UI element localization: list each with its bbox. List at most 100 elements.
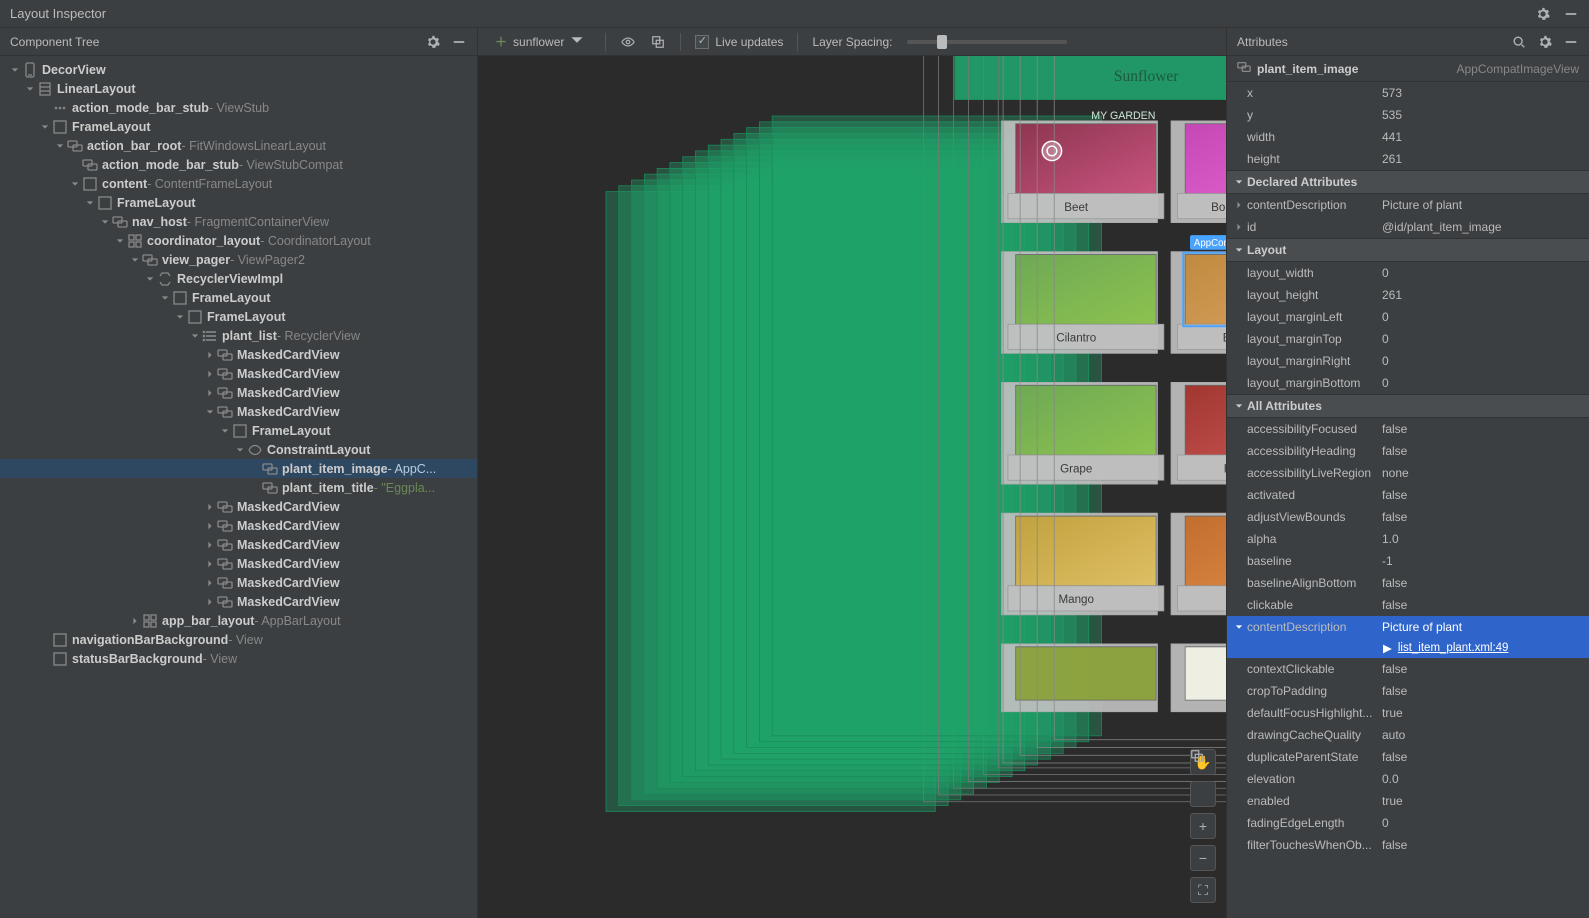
tree-row[interactable]: MaskedCardView — [0, 383, 477, 402]
expand-caret-icon[interactable] — [113, 234, 127, 248]
attribute-source-link[interactable]: ▶list_item_plant.xml:49 — [1227, 638, 1589, 658]
attribute-row[interactable]: alpha1.0 — [1227, 528, 1589, 550]
expand-caret-icon[interactable] — [128, 253, 142, 267]
attribute-row[interactable]: layout_marginLeft0 — [1227, 306, 1589, 328]
expand-caret-icon[interactable] — [38, 120, 52, 134]
expand-caret-icon[interactable] — [158, 291, 172, 305]
expand-caret-icon[interactable] — [218, 424, 232, 438]
expand-caret-icon[interactable] — [128, 614, 142, 628]
expand-caret-icon[interactable] — [68, 158, 82, 172]
tree-row[interactable]: FrameLayout — [0, 117, 477, 136]
expand-caret-icon[interactable] — [143, 272, 157, 286]
attribute-section-header[interactable]: All Attributes — [1227, 394, 1589, 418]
expand-caret-icon[interactable] — [38, 101, 52, 115]
tree-row[interactable]: plant_item_image - AppC... — [0, 459, 477, 478]
tree-row[interactable]: content - ContentFrameLayout — [0, 174, 477, 193]
snapshot-icon[interactable] — [1190, 781, 1216, 807]
tree-row[interactable]: MaskedCardView — [0, 497, 477, 516]
expand-caret-icon[interactable] — [203, 500, 217, 514]
attribute-row[interactable]: accessibilityFocusedfalse — [1227, 418, 1589, 440]
tree-row[interactable]: MaskedCardView — [0, 554, 477, 573]
slider-handle[interactable] — [937, 35, 947, 49]
attribute-section-header[interactable]: Layout — [1227, 238, 1589, 262]
attribute-row[interactable]: layout_marginTop0 — [1227, 328, 1589, 350]
expand-caret-icon[interactable] — [233, 443, 247, 457]
expand-caret-icon[interactable] — [203, 519, 217, 533]
layout-3d-viewport[interactable]: SunflowerMY GARDEN🌱BeetBougainvilleaCila… — [478, 56, 1226, 918]
tree-row[interactable]: coordinator_layout - CoordinatorLayout — [0, 231, 477, 250]
zoom-fit-button[interactable]: ⛶ — [1190, 877, 1216, 903]
zoom-in-button[interactable]: + — [1190, 813, 1216, 839]
attribute-row[interactable]: defaultFocusHighlight...true — [1227, 702, 1589, 724]
attribute-row[interactable]: x573 — [1227, 82, 1589, 104]
tree-row[interactable]: MaskedCardView — [0, 364, 477, 383]
component-tree[interactable]: DecorViewLinearLayoutaction_mode_bar_stu… — [0, 56, 477, 918]
collapse-icon[interactable] — [451, 34, 467, 50]
attribute-row[interactable]: fadingEdgeLength0 — [1227, 812, 1589, 834]
expand-caret-icon[interactable] — [8, 63, 22, 77]
attribute-row[interactable]: cropToPaddingfalse — [1227, 680, 1589, 702]
attribute-row[interactable]: enabledtrue — [1227, 790, 1589, 812]
gear-icon[interactable] — [425, 34, 441, 50]
eye-icon[interactable] — [620, 34, 636, 50]
attribute-row[interactable]: accessibilityLiveRegionnone — [1227, 462, 1589, 484]
minimize-icon[interactable] — [1563, 6, 1579, 22]
expand-caret-icon[interactable] — [68, 177, 82, 191]
tree-row[interactable]: MaskedCardView — [0, 516, 477, 535]
tree-row[interactable]: MaskedCardView — [0, 345, 477, 364]
expand-caret-icon[interactable] — [203, 595, 217, 609]
expand-caret-icon[interactable] — [248, 481, 262, 495]
attribute-row[interactable]: layout_marginBottom0 — [1227, 372, 1589, 394]
attribute-row[interactable]: elevation0.0 — [1227, 768, 1589, 790]
attribute-row[interactable]: drawingCacheQualityauto — [1227, 724, 1589, 746]
tree-row[interactable]: view_pager - ViewPager2 — [0, 250, 477, 269]
tree-row[interactable]: FrameLayout — [0, 193, 477, 212]
attribute-row[interactable]: baseline-1 — [1227, 550, 1589, 572]
expand-caret-icon[interactable] — [203, 557, 217, 571]
tree-row[interactable]: MaskedCardView — [0, 402, 477, 421]
attribute-row[interactable]: adjustViewBoundsfalse — [1227, 506, 1589, 528]
gear-icon[interactable] — [1535, 6, 1551, 22]
tree-row[interactable]: action_mode_bar_stub - ViewStubCompat — [0, 155, 477, 174]
overlay-icon[interactable] — [650, 34, 666, 50]
attribute-row[interactable]: layout_height261 — [1227, 284, 1589, 306]
attribute-row[interactable]: y535 — [1227, 104, 1589, 126]
expand-caret-icon[interactable] — [203, 538, 217, 552]
expand-caret-icon[interactable] — [203, 576, 217, 590]
attributes-table[interactable]: x573y535width441height261Declared Attrib… — [1227, 82, 1589, 918]
collapse-icon[interactable] — [1563, 34, 1579, 50]
expand-caret-icon[interactable] — [38, 633, 52, 647]
process-selector[interactable]: ＋ sunflower — [488, 30, 591, 53]
attribute-row[interactable]: contentDescriptionPicture of plant — [1227, 194, 1589, 216]
attribute-row[interactable]: baselineAlignBottomfalse — [1227, 572, 1589, 594]
tree-row[interactable]: statusBarBackground - View — [0, 649, 477, 668]
expand-caret-icon[interactable] — [53, 139, 67, 153]
attribute-section-header[interactable]: Declared Attributes — [1227, 170, 1589, 194]
tree-row[interactable]: LinearLayout — [0, 79, 477, 98]
zoom-out-button[interactable]: − — [1190, 845, 1216, 871]
attribute-row[interactable]: height261 — [1227, 148, 1589, 170]
attribute-row[interactable]: layout_width0 — [1227, 262, 1589, 284]
attribute-row[interactable]: contextClickablefalse — [1227, 658, 1589, 680]
tree-row[interactable]: MaskedCardView — [0, 573, 477, 592]
tree-row[interactable]: nav_host - FragmentContainerView — [0, 212, 477, 231]
live-updates-checkbox[interactable]: Live updates — [695, 35, 783, 49]
tree-row[interactable]: MaskedCardView — [0, 592, 477, 611]
expand-caret-icon[interactable] — [203, 386, 217, 400]
tree-row[interactable]: navigationBarBackground - View — [0, 630, 477, 649]
tree-row[interactable]: action_mode_bar_stub - ViewStub — [0, 98, 477, 117]
tree-row[interactable]: action_bar_root - FitWindowsLinearLayout — [0, 136, 477, 155]
search-icon[interactable] — [1511, 34, 1527, 50]
attribute-row[interactable]: layout_marginRight0 — [1227, 350, 1589, 372]
tree-row[interactable]: plant_item_title - "Eggpla... — [0, 478, 477, 497]
attribute-row[interactable]: activatedfalse — [1227, 484, 1589, 506]
gear-icon[interactable] — [1537, 34, 1553, 50]
expand-caret-icon[interactable] — [203, 367, 217, 381]
expand-caret-icon[interactable] — [98, 215, 112, 229]
expand-caret-icon[interactable] — [23, 82, 37, 96]
attribute-row[interactable]: id@id/plant_item_image — [1227, 216, 1589, 238]
attribute-row[interactable]: clickablefalse — [1227, 594, 1589, 616]
attribute-row[interactable]: accessibilityHeadingfalse — [1227, 440, 1589, 462]
expand-caret-icon[interactable] — [248, 462, 262, 476]
expand-caret-icon[interactable] — [203, 405, 217, 419]
